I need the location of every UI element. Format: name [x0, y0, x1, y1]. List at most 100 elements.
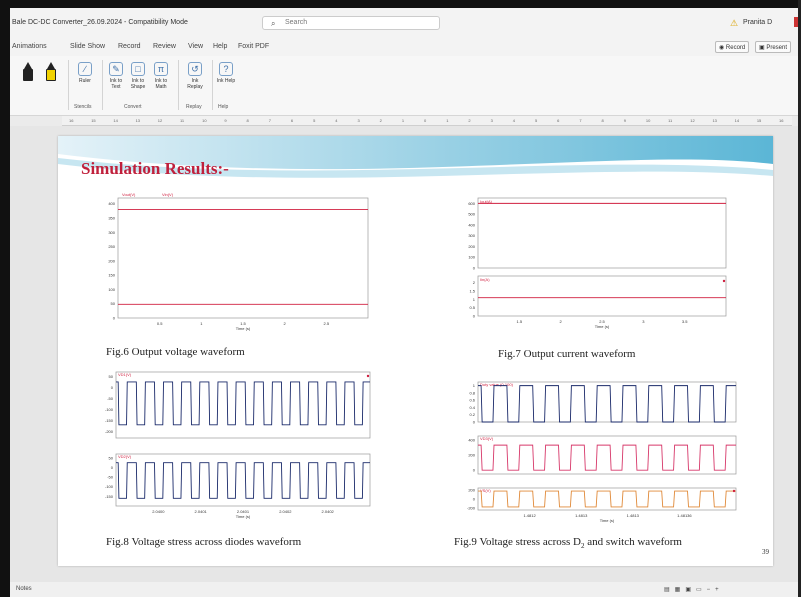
fig7-xtick: 1.5 [517, 319, 523, 324]
slide-editing-area: Simulation Results:- Vout(V) Vin(V) 0 50 100… [10, 126, 798, 582]
fig9-legend-2: VD3(V) [480, 436, 494, 441]
ruler-tick: 8 [601, 118, 604, 123]
record-button[interactable]: ◉ Record [715, 41, 750, 53]
ink-help-button[interactable]: ? Ink Help [216, 62, 236, 84]
fig7-marker [722, 279, 726, 283]
tab-foxit-pdf[interactable]: Foxit PDF [238, 43, 269, 50]
fig9-p3-ytick: 0 [473, 497, 476, 502]
group-label-help: Help [218, 104, 229, 110]
fig7-xlabel: Time (s) [595, 324, 610, 329]
ruler-button[interactable]: ∕ Ruler [74, 62, 96, 84]
fig9-legend-3: VS(V) [480, 488, 491, 493]
fig7-p1-ytick: 0 [473, 266, 476, 271]
fig9-p1-ytick: 0.8 [469, 390, 475, 395]
ink-to-text-button[interactable]: ✎ Ink to Text [106, 62, 126, 90]
fig6-ytick: 350 [108, 216, 115, 221]
fig9-p3-ytick: -200 [467, 505, 476, 510]
fig8-xlabel: Time (s) [236, 514, 251, 519]
ruler-tick: 3 [357, 118, 360, 123]
ruler-tick: 13 [712, 118, 717, 123]
fig8-p2-ytick: -150 [105, 494, 114, 499]
fig6-xtick: 2.5 [324, 321, 330, 326]
fig9-marker [732, 489, 736, 493]
fig8-xtick: 2.0402 [322, 509, 335, 514]
ruler-tick: 9 [224, 118, 227, 123]
ruler-tick: 13 [135, 118, 141, 123]
ruler-tick: 3 [490, 118, 493, 123]
search-box[interactable]: ⌕ Search [262, 16, 440, 30]
fig7-p2-ytick: 1 [473, 297, 476, 302]
tab-help[interactable]: Help [213, 43, 227, 50]
fig8-p1-ytick: -200 [105, 429, 114, 434]
ink-replay-icon: ↺ [188, 62, 202, 76]
tab-record[interactable]: Record [118, 43, 141, 50]
slide[interactable]: Simulation Results:- Vout(V) Vin(V) 0 50 100… [58, 136, 773, 566]
user-avatar[interactable] [794, 17, 798, 27]
fig8-xtick: 2.0400 [152, 509, 165, 514]
horizontal-ruler[interactable]: 16 15 14 13 12 11 10 9 8 7 6 5 4 3 2 1 0 1 2 3 4 5 6 7 8 9 10 11 12 1… [62, 116, 792, 126]
ink-to-shape-button[interactable]: □ Ink to Shape [128, 62, 148, 90]
group-label-convert: Convert [124, 104, 142, 110]
fig6-xlabel: Time (s) [236, 326, 251, 331]
fig9-panel-1-frame [477, 381, 737, 423]
highlighter-pen-icon[interactable] [46, 62, 56, 84]
fig7-p1-ytick: 100 [468, 255, 475, 260]
record-icon: ◉ [719, 45, 726, 51]
black-pen-icon[interactable] [23, 62, 33, 84]
fig6-ytick: 400 [108, 201, 115, 206]
fig8-p2-ytick: 50 [109, 455, 114, 460]
ruler-tick: 6 [290, 118, 294, 123]
tab-animations[interactable]: Animations [12, 43, 47, 50]
fig8-p1-ytick: 50 [109, 374, 114, 379]
fig8-p1-ytick: -50 [107, 396, 114, 401]
fig9-p1-ytick: 1 [473, 383, 476, 388]
ruler-tick: 4 [512, 118, 515, 123]
tab-view[interactable]: View [188, 43, 203, 50]
ink-to-text-icon: ✎ [109, 62, 123, 76]
fig8-marker [366, 374, 370, 378]
present-button[interactable]: ▣ Present [755, 41, 792, 53]
fig7-p2-ytick: 0 [473, 314, 476, 319]
view-buttons[interactable]: ▤ ▦ ▣ ▭ − + [664, 586, 719, 593]
ruler-tick: 1 [446, 118, 449, 123]
fig9-xlabel: Time (s) [600, 518, 615, 523]
ruler-tick: 12 [690, 118, 695, 123]
notes-button[interactable]: Notes [16, 586, 32, 592]
user-name[interactable]: Pranita D [743, 19, 772, 26]
powerpoint-window: Bale DC-DC Converter_26.09.2024 - Compat… [0, 0, 801, 597]
fig9-p1-ytick: 0.4 [469, 405, 475, 410]
fig7-xtick: 2 [560, 319, 563, 324]
tab-review[interactable]: Review [153, 43, 176, 50]
ink-replay-button[interactable]: ↺ Ink Replay [184, 62, 206, 90]
fig9-xtick: 1.4813 [627, 513, 640, 518]
ruler-icon: ∕ [78, 62, 92, 76]
ruler-tick: 10 [202, 118, 207, 123]
fig7-panel-2-frame [477, 275, 727, 317]
fig9-p1-ytick: 0.2 [469, 412, 475, 417]
ruler-tick: 11 [668, 118, 673, 123]
tab-slide-show[interactable]: Slide Show [70, 43, 105, 50]
status-bar: Notes ▤ ▦ ▣ ▭ − + [10, 582, 798, 597]
fig9-panel-2-frame [477, 435, 737, 475]
title-bar: Bale DC-DC Converter_26.09.2024 - Compat… [10, 8, 798, 38]
caption-fig6: Fig.6 Output voltage waveform [106, 346, 245, 358]
warning-icon[interactable]: ⚠ [730, 18, 738, 29]
fig9-p1-ytick: 0.6 [469, 398, 475, 403]
fig7-legend-2: Iin(A) [480, 277, 490, 282]
fig6-ytick: 200 [108, 258, 115, 263]
caption-fig7: Fig.7 Output current waveform [498, 348, 636, 360]
ruler-tick: 0 [424, 118, 427, 123]
fig6-xtick: 1 [200, 321, 203, 326]
fig9-p3-ytick: 200 [468, 488, 475, 493]
ink-to-shape-icon: □ [131, 62, 145, 76]
fig9-p2-ytick: 400 [468, 437, 475, 442]
ruler-tick: 5 [313, 118, 316, 123]
fig8-xtick: 2.0402 [279, 509, 292, 514]
ink-to-math-button[interactable]: π Ink to Math [150, 62, 172, 90]
ruler-tick: 16 [69, 118, 74, 123]
fig9-p2-ytick: 200 [468, 453, 475, 458]
fig6-ytick: 150 [108, 273, 115, 278]
fig6-legend-vout: Vout(V) [122, 192, 136, 197]
ink-help-icon: ? [219, 62, 233, 76]
screen-bezel-left [0, 0, 10, 597]
